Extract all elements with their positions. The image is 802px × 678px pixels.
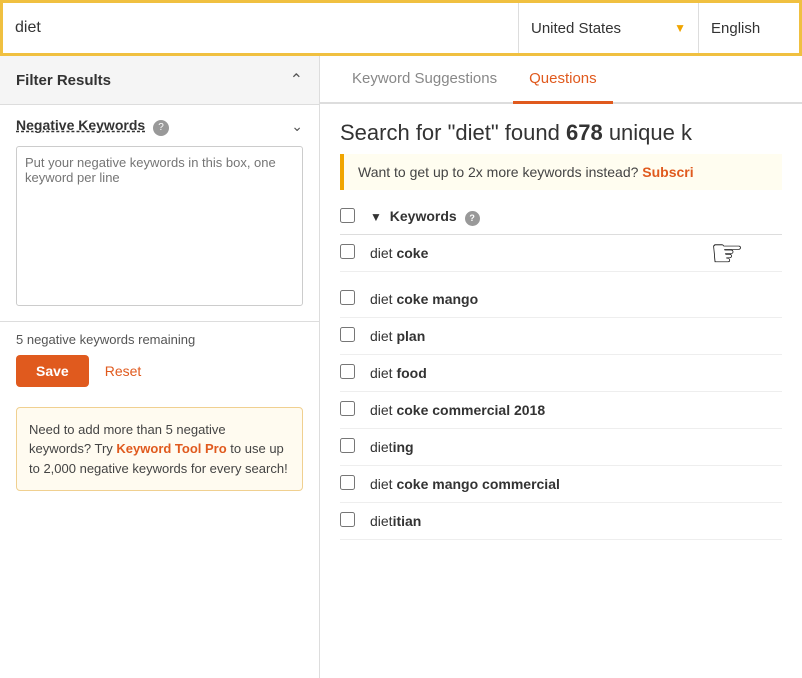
sort-arrow-icon: ▼ [370, 210, 382, 224]
results-header: Search for "diet" found 678 unique k [320, 104, 802, 154]
keyword-text: diet coke [370, 245, 782, 261]
reset-button[interactable]: Reset [105, 363, 142, 379]
row-checkbox-col [340, 244, 370, 262]
subscribe-text: Want to get up to 2x more keywords inste… [358, 164, 642, 180]
action-buttons: Save Reset [0, 355, 319, 399]
tab-questions[interactable]: Questions [513, 56, 613, 104]
keyword-text: dietitian [370, 513, 782, 529]
sidebar: Filter Results ⌃ Negative Keywords ? ⌄ 5… [0, 56, 320, 678]
select-all-checkbox[interactable] [340, 208, 355, 223]
keywords-table: ▼ Keywords ? diet coke ☞ [320, 200, 802, 678]
promo-link[interactable]: Keyword Tool Pro [116, 441, 226, 456]
negative-keywords-section: Negative Keywords ? ⌄ [0, 105, 319, 322]
neg-kw-textarea[interactable] [16, 146, 303, 306]
subscribe-banner: Want to get up to 2x more keywords inste… [340, 154, 782, 190]
row-checkbox[interactable] [340, 475, 355, 490]
top-search-bar: United States United Kingdom Canada Aust… [0, 0, 802, 56]
row-checkbox-col [340, 475, 370, 493]
keyword-text: dieting [370, 439, 782, 455]
content-area: Keyword Suggestions Questions Search for… [320, 56, 802, 678]
keyword-row: diet coke mango commercial [340, 466, 782, 503]
country-select-wrapper[interactable]: United States United Kingdom Canada Aust… [519, 3, 699, 53]
row-checkbox[interactable] [340, 364, 355, 379]
neg-kw-title-row: Negative Keywords ? [16, 117, 169, 136]
neg-kw-title: Negative Keywords [16, 117, 145, 133]
row-checkbox-col [340, 438, 370, 456]
promo-box: Need to add more than 5 negative keyword… [16, 407, 303, 492]
keyword-text: diet coke mango [370, 291, 782, 307]
language-select[interactable]: English Spanish French [711, 20, 766, 37]
row-checkbox[interactable] [340, 438, 355, 453]
keyword-column-header: ▼ Keywords ? [370, 208, 782, 226]
filter-collapse-icon[interactable]: ⌃ [290, 70, 303, 90]
neg-kw-collapse-icon[interactable]: ⌄ [291, 118, 303, 135]
row-checkbox-col [340, 290, 370, 308]
remaining-keywords-text: 5 negative keywords remaining [16, 332, 303, 347]
keyword-row: dietitian [340, 503, 782, 540]
neg-kw-help-icon[interactable]: ? [153, 120, 169, 136]
tabs-bar: Keyword Suggestions Questions [320, 56, 802, 104]
keyword-row: diet food [340, 355, 782, 392]
filter-results-header: Filter Results ⌃ [0, 56, 319, 105]
row-checkbox-col [340, 401, 370, 419]
results-count: 678 [566, 120, 603, 145]
filter-results-title: Filter Results [16, 72, 111, 89]
keyword-row: diet coke ☞ [340, 235, 782, 272]
tab-keyword-suggestions[interactable]: Keyword Suggestions [336, 56, 513, 104]
results-text-2: unique k [603, 120, 692, 145]
row-checkbox-col [340, 364, 370, 382]
row-checkbox[interactable] [340, 512, 355, 527]
row-checkbox[interactable] [340, 290, 355, 305]
keyword-text: diet food [370, 365, 782, 381]
neg-kw-header: Negative Keywords ? ⌄ [16, 117, 303, 136]
keyword-text: diet coke mango commercial [370, 476, 782, 492]
keyword-row: diet coke commercial 2018 [340, 392, 782, 429]
keyword-row: diet coke mango [340, 272, 782, 318]
language-select-wrapper[interactable]: English Spanish French [699, 3, 799, 53]
row-checkbox[interactable] [340, 401, 355, 416]
keyword-row: dieting [340, 429, 782, 466]
search-input-wrapper [3, 3, 519, 53]
header-checkbox-col [340, 208, 370, 226]
search-input[interactable] [15, 19, 506, 37]
keyword-row: diet plan [340, 318, 782, 355]
row-checkbox[interactable] [340, 244, 355, 259]
row-checkbox[interactable] [340, 327, 355, 342]
keyword-text: diet plan [370, 328, 782, 344]
table-header-row: ▼ Keywords ? [340, 200, 782, 235]
keywords-header-label: Keywords [390, 208, 457, 224]
row-checkbox-col [340, 327, 370, 345]
keywords-header-help-icon[interactable]: ? [465, 211, 480, 226]
main-layout: Filter Results ⌃ Negative Keywords ? ⌄ 5… [0, 56, 802, 678]
subscribe-link[interactable]: Subscri [642, 164, 693, 180]
country-select[interactable]: United States United Kingdom Canada Aust… [531, 20, 686, 37]
save-button[interactable]: Save [16, 355, 89, 387]
keyword-text: diet coke commercial 2018 [370, 402, 782, 418]
results-text-1: Search for "diet" found [340, 120, 566, 145]
row-checkbox-col [340, 512, 370, 530]
